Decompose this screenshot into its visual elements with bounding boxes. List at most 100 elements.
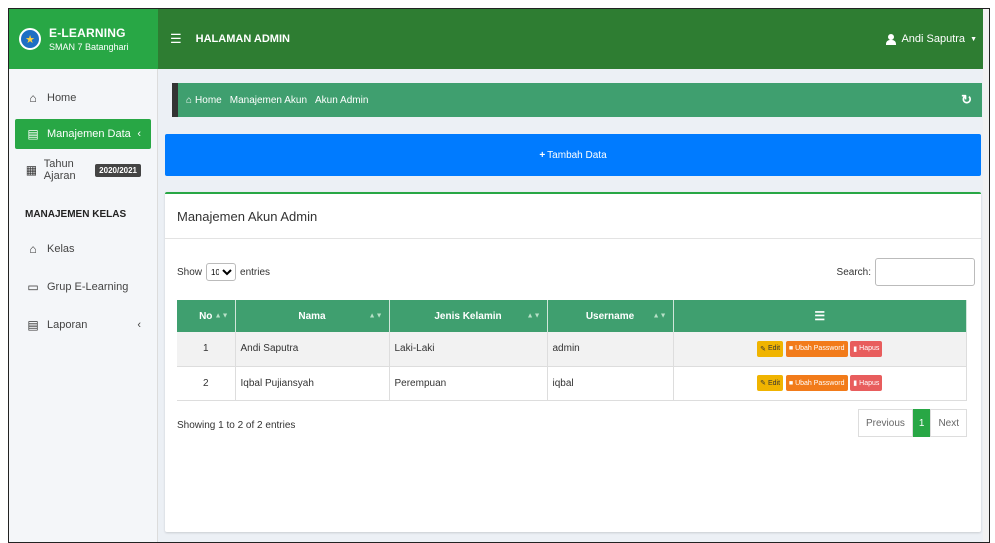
- breadcrumb-manajemen-akun[interactable]: Manajemen Akun: [230, 95, 307, 106]
- top-bar: ☰ HALAMAN ADMIN Andi Saputra ▼: [158, 9, 989, 69]
- column-header-actions: ☰: [673, 300, 967, 332]
- pagination: Previous 1 Next: [857, 409, 967, 437]
- table-row: 1 Andi Saputra Laki-Laki admin ✎ Edit ■ Ub…: [177, 332, 967, 367]
- cell-actions: ✎ Edit ■ Ubah Password ▮ Hapus: [673, 332, 967, 367]
- search-input[interactable]: [875, 258, 975, 286]
- previous-page-button[interactable]: Previous: [857, 409, 913, 437]
- change-password-button[interactable]: ■ Ubah Password: [785, 375, 848, 391]
- table-row: 2 Iqbal Pujiansyah Perempuan iqbal ✎ Edit…: [177, 366, 967, 401]
- scrollbar[interactable]: [983, 9, 989, 542]
- cell-jenis-kelamin: Laki-Laki: [389, 332, 548, 367]
- sidebar-item-laporan[interactable]: ▤ Laporan ‹: [15, 310, 151, 340]
- sidebar-item-manajemen-data[interactable]: ▤ Manajemen Data ‹: [15, 119, 151, 149]
- page-1-button[interactable]: 1: [912, 409, 931, 437]
- cell-jenis-kelamin: Perempuan: [389, 366, 548, 401]
- sidebar-item-label: Home: [47, 92, 77, 104]
- user-name: Andi Saputra: [901, 33, 966, 45]
- menu-toggle-icon[interactable]: ☰: [170, 31, 182, 47]
- show-label: Show: [177, 266, 203, 278]
- file-icon: ▤: [27, 127, 39, 141]
- home-icon: ⌂: [186, 94, 193, 106]
- school-logo-icon: ★: [19, 28, 41, 50]
- entries-label: entries: [240, 266, 271, 278]
- sidebar-item-home[interactable]: ⌂ Home: [15, 83, 151, 113]
- brand[interactable]: ★ E-LEARNING SMAN 7 Batanghari: [9, 9, 158, 69]
- year-badge: 2020/2021: [95, 163, 141, 177]
- add-data-button[interactable]: + Tambah Data: [165, 134, 981, 176]
- app-window: ★ E-LEARNING SMAN 7 Batanghari ☰ HALAMAN…: [8, 8, 990, 543]
- chevron-left-icon: ‹: [137, 128, 141, 140]
- trash-icon: ▮: [853, 380, 858, 387]
- school-name: SMAN 7 Batanghari: [49, 42, 129, 52]
- edit-icon: ✎: [760, 345, 766, 353]
- column-header-nama[interactable]: Nama ▲▼: [235, 300, 390, 332]
- cell-username: admin: [547, 332, 674, 367]
- monitor-icon: ▭: [27, 280, 39, 294]
- cell-no: 1: [177, 332, 236, 367]
- cell-actions: ✎ Edit ■ Ubah Password ▮ Hapus: [673, 366, 967, 401]
- user-icon: [886, 33, 897, 45]
- caret-down-icon: ▼: [970, 35, 977, 43]
- delete-button[interactable]: ▮ Hapus: [850, 375, 883, 391]
- column-header-no[interactable]: No ▲▼: [177, 300, 236, 332]
- sidebar-item-label: Tahun Ajaran: [43, 158, 76, 182]
- entries-select[interactable]: 10: [206, 263, 237, 281]
- edit-button[interactable]: ✎ Edit: [757, 340, 784, 357]
- admin-table: No ▲▼ Nama ▲▼ Jenis Kelamin ▲▼ Username ▲▼ ☰…: [177, 300, 967, 401]
- sidebar-item-label: Grup E-Learning: [47, 281, 129, 293]
- column-header-jenis-kelamin[interactable]: Jenis Kelamin ▲▼: [389, 300, 548, 332]
- sort-icon: ▲▼: [526, 312, 541, 320]
- breadcrumb-akun-admin[interactable]: Akun Admin: [315, 95, 368, 106]
- sort-icon: ▲▼: [368, 312, 383, 320]
- delete-button[interactable]: ▮ Hapus: [850, 340, 883, 357]
- next-page-button[interactable]: Next: [930, 409, 967, 437]
- delete-label: Hapus: [859, 345, 880, 353]
- cell-nama: Iqbal Pujiansyah: [235, 366, 390, 401]
- admin-accounts-card: Manajemen Akun Admin Show 10 entries Sea…: [165, 192, 981, 532]
- sliders-icon: ☰: [814, 309, 826, 323]
- search-box: Search:: [837, 258, 975, 286]
- header-label: Jenis Kelamin: [434, 310, 502, 322]
- breadcrumb-home[interactable]: Home: [195, 95, 222, 106]
- add-data-label: Tambah Data: [547, 149, 607, 161]
- trash-icon: ▮: [853, 345, 858, 353]
- sidebar-item-grup-e-learning[interactable]: ▭ Grup E-Learning: [15, 272, 151, 302]
- page-header-title: HALAMAN ADMIN: [195, 33, 290, 45]
- cell-username: iqbal: [547, 366, 674, 401]
- delete-label: Hapus: [859, 379, 880, 387]
- edit-label: Edit: [768, 345, 781, 353]
- sort-icon: ▲▼: [214, 312, 229, 320]
- lock-icon: ■: [788, 345, 794, 353]
- table-info: Showing 1 to 2 of 2 entries: [177, 420, 296, 431]
- search-label: Search:: [836, 266, 871, 278]
- home-icon: ⌂: [29, 91, 37, 105]
- table-controls: Show 10 entries Search:: [177, 258, 975, 286]
- sidebar: ⌂ Home ▤ Manajemen Data ‹ ▦ Tahun Ajaran…: [9, 69, 158, 542]
- user-menu[interactable]: Andi Saputra ▼: [886, 33, 977, 45]
- edit-label: Edit: [768, 379, 781, 387]
- cell-no: 2: [177, 366, 236, 401]
- breadcrumb: ⌂ Home Manajemen Akun Akun Admin ↻: [172, 83, 982, 117]
- change-password-button[interactable]: ■ Ubah Password: [785, 340, 848, 357]
- plus-icon: +: [539, 149, 546, 161]
- file-icon: ▤: [27, 318, 39, 332]
- sidebar-item-label: Manajemen Data: [47, 128, 131, 140]
- edit-button[interactable]: ✎ Edit: [757, 375, 784, 391]
- brand-name: E-LEARNING: [49, 26, 126, 40]
- refresh-icon[interactable]: ↻: [961, 92, 972, 108]
- column-header-username[interactable]: Username ▲▼: [547, 300, 674, 332]
- sidebar-item-kelas[interactable]: ⌂ Kelas: [15, 234, 151, 264]
- cell-nama: Andi Saputra: [235, 332, 390, 367]
- header-label: Username: [585, 310, 635, 322]
- sidebar-item-label: Kelas: [47, 243, 75, 255]
- header-label: No: [199, 310, 213, 322]
- section-title-manajemen-kelas: MANAJEMEN KELAS: [25, 209, 127, 220]
- header-label: Nama: [298, 310, 326, 322]
- edit-icon: ✎: [760, 380, 766, 387]
- chevron-left-icon: ‹: [137, 319, 141, 331]
- card-title: Manajemen Akun Admin: [165, 194, 981, 239]
- sidebar-item-tahun-ajaran[interactable]: ▦ Tahun Ajaran 2020/2021: [15, 155, 151, 185]
- sort-icon: ▲▼: [652, 312, 667, 320]
- sidebar-item-label: Laporan: [47, 319, 88, 331]
- change-password-label: Ubah Password: [795, 345, 845, 353]
